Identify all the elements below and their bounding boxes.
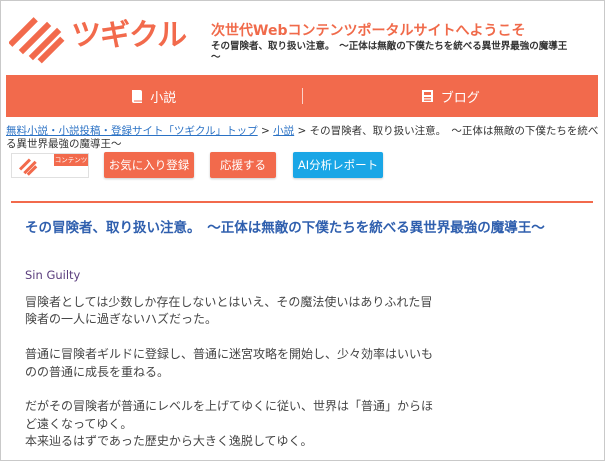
blog-icon (421, 90, 433, 102)
cheer-button[interactable]: 応援する (210, 152, 276, 178)
breadcrumb-link-top[interactable]: 無料小説・小説投稿・登録サイト「ツギクル」トップ (6, 125, 258, 137)
synopsis-paragraph: 普通に冒険者ギルドに登録し、普通に迷宮攻略を開始し、少々効率はいいも のの普通に… (25, 347, 434, 379)
site-header: ツギクル 次世代Webコンテンツポータルサイトへようこそ その冒険者、取り扱い注… (1, 1, 604, 73)
breadcrumb-link-novels[interactable]: 小説 (273, 125, 294, 137)
book-icon (132, 89, 143, 103)
favorite-button[interactable]: お気に入り登録 (104, 152, 194, 178)
stripes-logo-icon (9, 17, 65, 64)
synopsis-paragraph: 冒険者としては少数しか存在しないとはいえ、その魔法使いはありふれた冒 険者の一人… (25, 295, 433, 327)
content-badge: コンテンツ (11, 153, 89, 178)
nav-item-blog[interactable]: ブログ (303, 75, 599, 117)
work-author[interactable]: Sin Guilty (25, 268, 80, 282)
stripes-logo-icon (18, 158, 38, 176)
breadcrumb-separator: > (297, 125, 310, 137)
page-frame: ツギクル 次世代Webコンテンツポータルサイトへようこそ その冒険者、取り扱い注… (0, 0, 605, 461)
badge-label: コンテンツ (54, 154, 88, 166)
section-divider (11, 201, 593, 203)
breadcrumb: 無料小説・小説投稿・登録サイト「ツギクル」トップ > 小説 > その冒険者、取り… (6, 125, 601, 151)
work-title[interactable]: その冒険者、取り扱い注意。 ～正体は無敵の下僕たちを統べる異世界最強の魔導王～ (25, 219, 591, 237)
work-synopsis: 冒険者としては少数しか存在しないとはいえ、その魔法使いはありふれた冒 険者の一人… (25, 294, 475, 451)
ai-report-button[interactable]: AI分析レポート (293, 152, 383, 178)
site-description: その冒険者、取り扱い注意。 ～正体は無敵の下僕たちを統べる異世界最強の魔導王～ (211, 41, 568, 63)
breadcrumb-separator: > (261, 125, 274, 137)
nav-blog-label: ブログ (440, 90, 480, 106)
nav-item-novels[interactable]: 小説 (6, 75, 302, 117)
nav-novels-label: 小説 (150, 90, 177, 106)
main-nav: 小説 ブログ (6, 75, 598, 117)
logo-text: ツギクル (71, 18, 187, 53)
action-bar: コンテンツ お気に入り登録 応援する AI分析レポート (11, 152, 601, 178)
synopsis-paragraph: だがその冒険者が普通にレベルを上げてゆくに従い、世界は「普通」からほ ど遠くなっ… (25, 399, 434, 449)
site-tagline: 次世代Webコンテンツポータルサイトへようこそ (211, 23, 526, 39)
site-logo[interactable]: ツギクル (9, 9, 199, 67)
